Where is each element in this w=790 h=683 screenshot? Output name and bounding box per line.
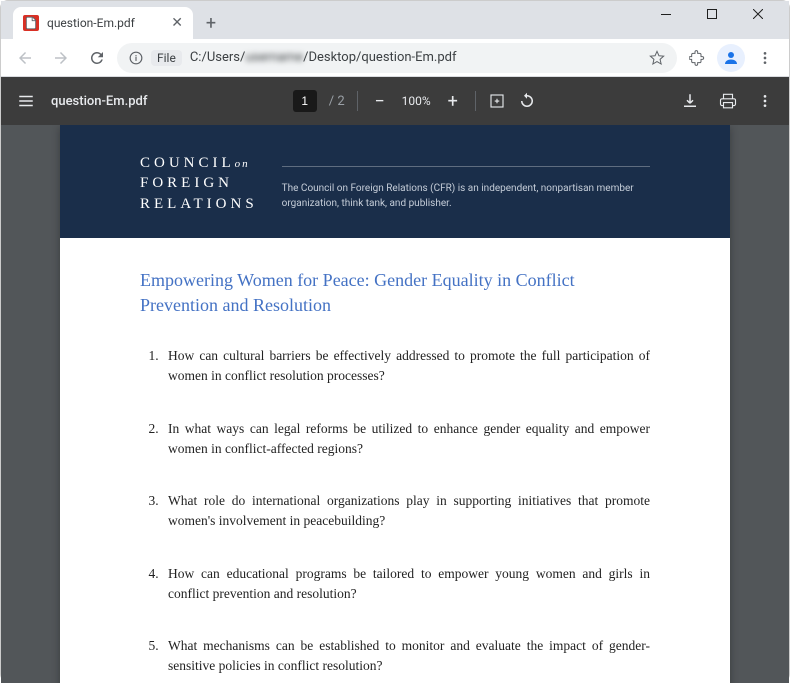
forward-button[interactable] (45, 42, 77, 74)
url-path: C:/Users/username/Desktop/question-Em.pd… (190, 50, 457, 65)
profile-button[interactable] (717, 44, 745, 72)
browser-tab[interactable]: question-Em.pdf ✕ (13, 7, 193, 39)
address-omnibox[interactable]: File C:/Users/username/Desktop/question-… (117, 43, 677, 73)
browser-menu-button[interactable] (749, 42, 781, 74)
page-separator: / 2 (329, 94, 345, 109)
list-item: How can educational programs be tailored… (162, 564, 650, 605)
pdf-center-controls: / 2 − 100% + (293, 90, 536, 112)
tab-title: question-Em.pdf (47, 16, 163, 30)
pdf-more-icon[interactable] (757, 93, 773, 109)
pdf-filename: question-Em.pdf (51, 94, 147, 109)
maximize-button[interactable] (689, 0, 735, 29)
cfr-logo: COUNCILon FOREIGN RELATIONS (140, 153, 258, 214)
zoom-out-button[interactable]: − (370, 91, 390, 112)
address-bar: File C:/Users/username/Desktop/question-… (1, 39, 789, 77)
print-icon[interactable] (719, 92, 737, 110)
document-header: COUNCILon FOREIGN RELATIONS The Council … (60, 125, 730, 238)
pdf-viewport[interactable]: COUNCILon FOREIGN RELATIONS The Council … (1, 125, 789, 683)
info-icon (129, 51, 143, 65)
fit-page-icon[interactable] (488, 92, 506, 110)
extensions-button[interactable] (681, 42, 713, 74)
zoom-level: 100% (402, 94, 431, 108)
url-file-chip: File (151, 50, 182, 66)
new-tab-button[interactable]: + (197, 9, 225, 37)
pdf-file-icon (23, 15, 39, 31)
list-item: In what ways can legal reforms be utiliz… (162, 419, 650, 460)
pdf-menu-icon[interactable] (17, 92, 35, 110)
list-item: What mechanisms can be established to mo… (162, 636, 650, 677)
list-item: What role do international organizations… (162, 491, 650, 532)
download-icon[interactable] (681, 92, 699, 110)
back-button[interactable] (9, 42, 41, 74)
document-title: Empowering Women for Peace: Gender Equal… (140, 268, 650, 318)
toolbar-divider (475, 91, 476, 111)
close-window-button[interactable] (735, 0, 781, 29)
pdf-right-controls (681, 92, 773, 110)
reload-button[interactable] (81, 42, 113, 74)
toolbar-divider (357, 91, 358, 111)
bookmark-star-icon[interactable] (649, 50, 665, 66)
pdf-page: COUNCILon FOREIGN RELATIONS The Council … (60, 125, 730, 683)
cfr-description: The Council on Foreign Relations (CFR) i… (282, 166, 650, 211)
close-tab-icon[interactable]: ✕ (171, 15, 183, 31)
zoom-in-button[interactable]: + (443, 91, 463, 112)
rotate-icon[interactable] (518, 92, 536, 110)
question-list: How can cultural barriers be effectively… (140, 346, 650, 677)
page-number-input[interactable] (293, 90, 317, 112)
window-controls (643, 0, 781, 33)
window-titlebar: question-Em.pdf ✕ + (1, 1, 789, 39)
list-item: How can cultural barriers be effectively… (162, 346, 650, 387)
document-body: Empowering Women for Peace: Gender Equal… (60, 238, 730, 683)
minimize-button[interactable] (643, 0, 689, 29)
pdf-toolbar: question-Em.pdf / 2 − 100% + (1, 77, 789, 125)
